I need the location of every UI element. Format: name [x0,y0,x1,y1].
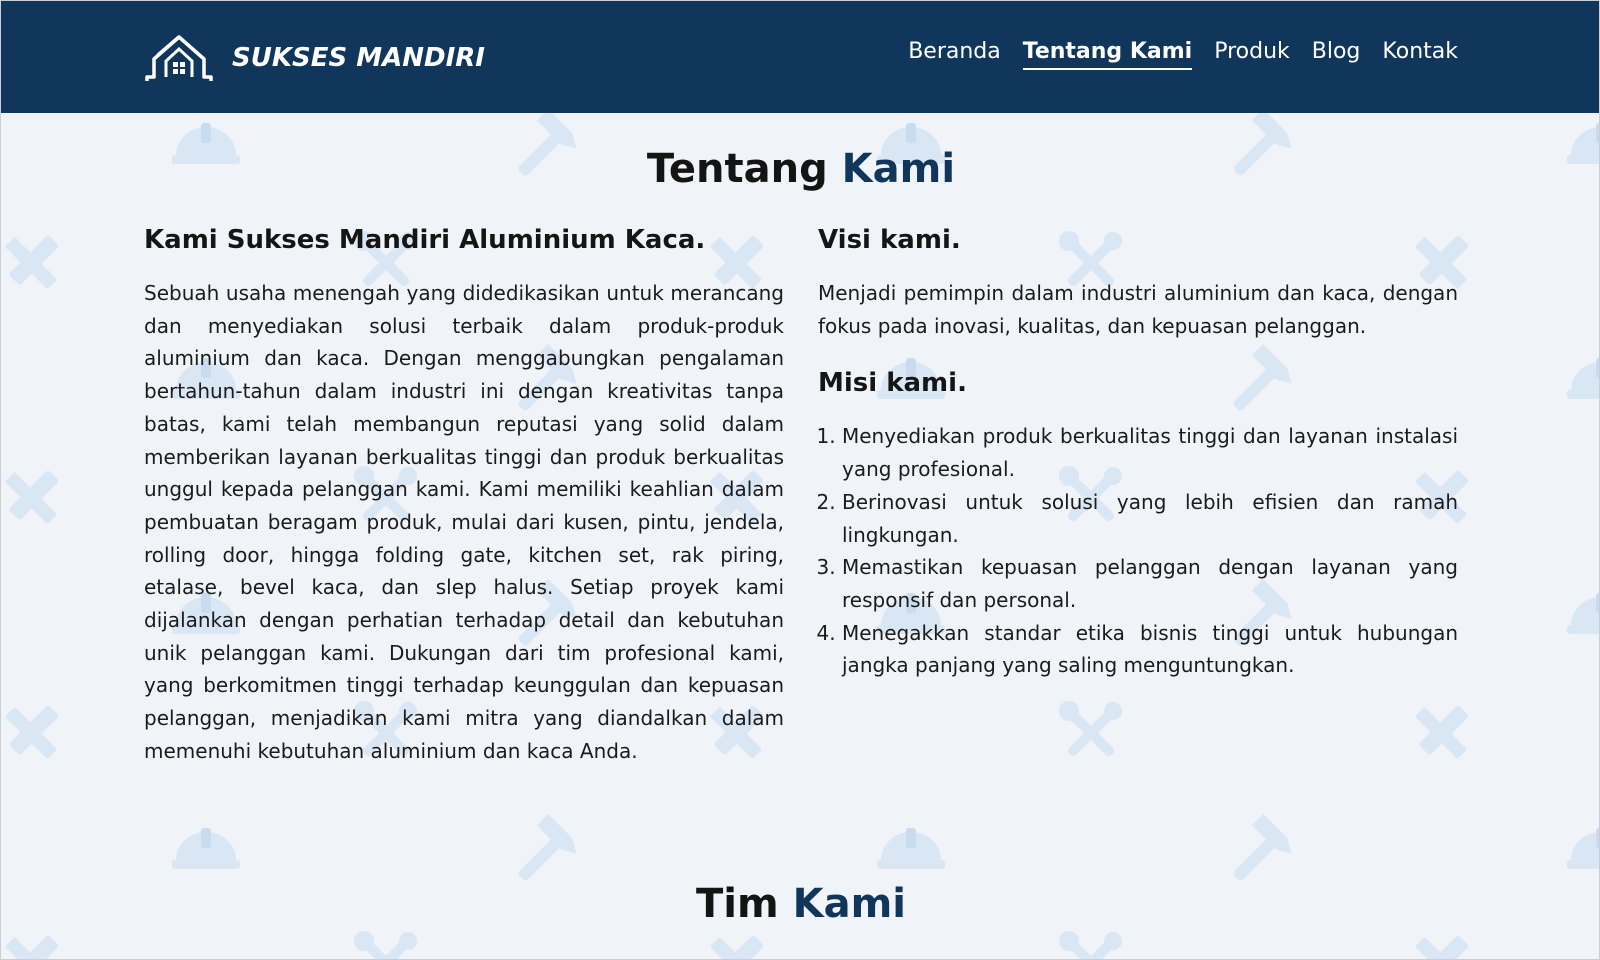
house-logo-icon [145,35,213,81]
brand-name: SUKSES MANDIRI [232,43,485,73]
team-title-accent: Kami [792,881,906,927]
brand[interactable]: SUKSES MANDIRI [144,33,485,83]
mission-list: Menyediakan produk berkualitas tinggi da… [818,420,1458,682]
page: SUKSES MANDIRI Beranda Tentang Kami Prod… [0,0,1600,960]
navbar: SUKSES MANDIRI Beranda Tentang Kami Prod… [1,1,1599,113]
about-title-accent: Kami [841,146,956,192]
company-description: Sebuah usaha menengah yang didedikasikan… [144,281,784,763]
nav-kontak[interactable]: Kontak [1382,39,1458,70]
vision-heading: Visi kami. [818,225,961,255]
nav-tentang-kami[interactable]: Tentang Kami [1022,39,1193,70]
company-heading: Kami Sukses Mandiri Aluminium Kaca. [144,225,706,255]
vision-mission-column: Visi kami. Menjadi pemimpin dalam indust… [818,225,1458,682]
mission-heading: Misi kami. [818,368,967,399]
team-section-title: Tim Kami [1,881,1599,927]
nav-blog[interactable]: Blog [1312,39,1361,70]
mission-item: Menegakkan standar etika bisnis tinggi u… [842,617,1458,682]
about-title-main: Tentang [646,146,828,192]
vision-text: Menjadi pemimpin dalam industri aluminiu… [818,281,1458,338]
mission-item: Menyediakan produk berkualitas tinggi da… [842,420,1458,485]
nav-produk[interactable]: Produk [1214,39,1290,70]
about-section-title: Tentang Kami [1,146,1599,192]
main-menu: Beranda Tentang Kami Produk Blog Kontak [886,39,1458,70]
nav-beranda[interactable]: Beranda [908,39,1001,70]
mission-item: Memastikan kepuasan pelanggan dengan lay… [842,551,1458,616]
mission-item: Berinovasi untuk solusi yang lebih efisi… [842,486,1458,551]
team-title-main: Tim [695,881,779,927]
company-column: Kami Sukses Mandiri Aluminium Kaca. Sebu… [144,225,784,768]
